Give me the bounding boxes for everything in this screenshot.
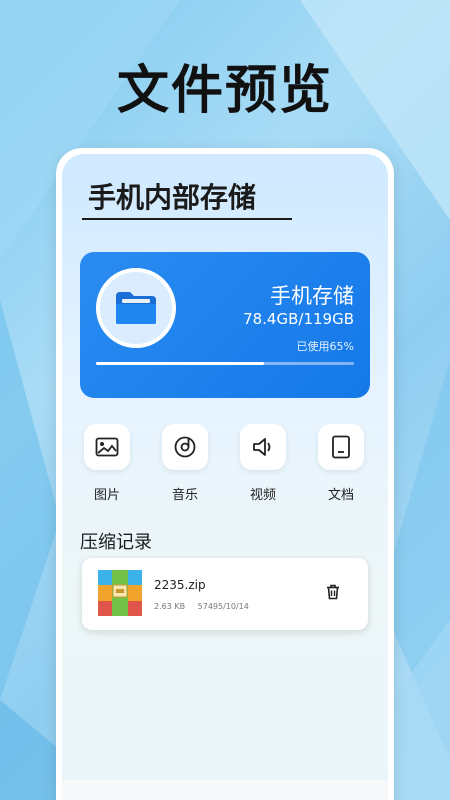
storage-card[interactable]: 手机存储 78.4GB/119GB 已使用65% — [80, 252, 370, 398]
trash-icon[interactable] — [326, 584, 340, 604]
section-title-history: 压缩记录 — [80, 532, 152, 553]
storage-progress-fill — [96, 362, 264, 365]
folder-icon — [96, 268, 176, 348]
category-label: 音乐 — [171, 488, 198, 503]
storage-progress-bar — [96, 362, 354, 365]
bottom-nav — [62, 780, 388, 800]
app-screen: 手机内部存储 手机存储 78.4GB/119GB 已使用65% 图片 音乐 视频… — [62, 154, 388, 800]
category-documents[interactable]: 文档 — [306, 424, 376, 503]
category-videos[interactable]: 视频 — [228, 424, 298, 503]
page-title: 手机内部存储 — [88, 181, 257, 214]
zip-file-name: 2235.zip — [154, 578, 206, 592]
image-icon — [84, 424, 130, 470]
zip-file-date: 57495/10/14 — [197, 602, 249, 611]
zip-file-size: 2.63 KB — [154, 602, 186, 611]
category-row: 图片 音乐 视频 文档 — [72, 424, 376, 503]
list-item[interactable]: 2235.zip 2.63 KB 57495/10/14 — [82, 558, 368, 630]
category-label: 视频 — [249, 488, 276, 503]
archive-icon — [98, 570, 142, 620]
category-music[interactable]: 音乐 — [150, 424, 220, 503]
promo-title: 文件预览 — [116, 61, 333, 121]
music-icon — [162, 424, 208, 470]
video-icon — [240, 424, 286, 470]
phone-frame: 手机内部存储 手机存储 78.4GB/119GB 已使用65% 图片 音乐 视频… — [56, 148, 394, 800]
storage-used-percent: 已使用65% — [296, 340, 354, 353]
category-images[interactable]: 图片 — [72, 424, 142, 503]
category-label: 图片 — [93, 488, 120, 503]
storage-name: 手机存储 — [270, 284, 354, 308]
storage-size: 78.4GB/119GB — [243, 310, 354, 328]
category-label: 文档 — [327, 488, 354, 503]
zip-file-meta: 2.63 KB 57495/10/14 — [154, 602, 249, 611]
document-icon — [318, 424, 364, 470]
title-underline — [82, 218, 292, 220]
